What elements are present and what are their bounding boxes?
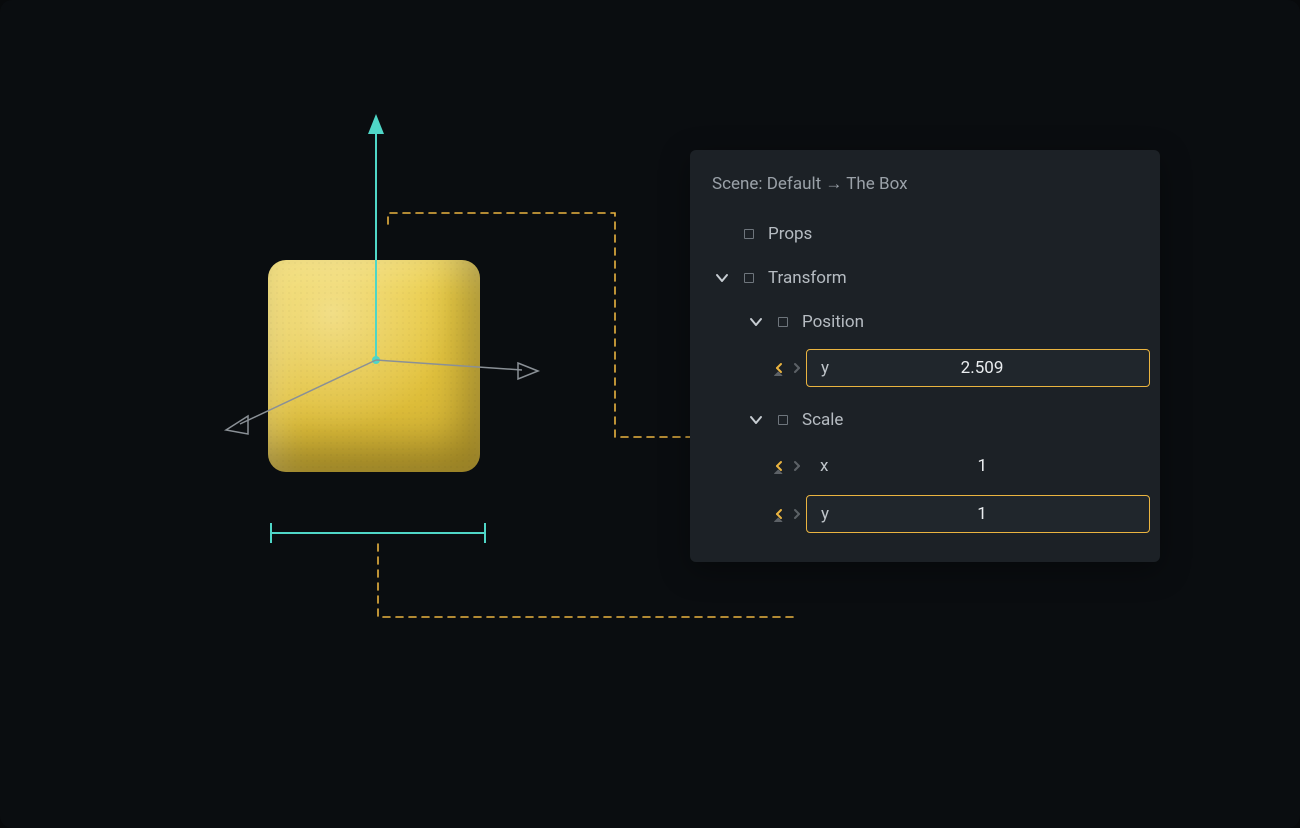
axis-value: 1 (829, 504, 1135, 524)
property-scale-y: y 1 (700, 490, 1150, 538)
width-indicator (265, 520, 495, 546)
breadcrumb-arrow: → (825, 174, 842, 194)
input-scale-y[interactable]: y 1 (806, 495, 1150, 533)
editor-stage: Scene: Default → The Box Props Transform… (0, 0, 1300, 828)
axis-value: 1 (828, 456, 1136, 476)
group-position[interactable]: Position (700, 300, 1150, 344)
axis-label: x (820, 456, 828, 476)
input-position-y[interactable]: y 2.509 (806, 349, 1150, 387)
breadcrumb-object-name: The Box (846, 174, 907, 194)
scene-object-cube[interactable] (268, 260, 480, 472)
axis-label: y (821, 358, 829, 378)
group-scale-label: Scale (802, 410, 843, 430)
input-scale-x[interactable]: x 1 (806, 447, 1150, 485)
chevron-down-icon (746, 410, 766, 430)
property-scale-x: x 1 (700, 442, 1150, 490)
keyframe-handle-icon[interactable] (770, 458, 806, 474)
keyframe-handle-icon[interactable] (770, 360, 806, 376)
keyframe-handle-icon[interactable] (770, 506, 806, 522)
chevron-down-icon (746, 312, 766, 332)
group-scale[interactable]: Scale (700, 398, 1150, 442)
breadcrumb[interactable]: Scene: Default → The Box (700, 174, 1150, 212)
section-props-label: Props (768, 224, 812, 244)
group-position-label: Position (802, 312, 864, 332)
breadcrumb-scene-prefix: Scene: (712, 174, 763, 194)
breadcrumb-scene-name: Default (767, 174, 821, 194)
property-position-y: y 2.509 (700, 344, 1150, 392)
axis-label: y (821, 504, 829, 524)
section-props[interactable]: Props (700, 212, 1150, 256)
keyframe-dot-icon (778, 415, 788, 425)
chevron-down-icon (712, 268, 732, 288)
inspector-panel: Scene: Default → The Box Props Transform… (690, 150, 1160, 562)
axis-value: 2.509 (829, 358, 1135, 378)
group-transform[interactable]: Transform (700, 256, 1150, 300)
keyframe-dot-icon (744, 273, 754, 283)
group-transform-label: Transform (768, 268, 847, 288)
keyframe-dot-icon (744, 229, 754, 239)
keyframe-dot-icon (778, 317, 788, 327)
